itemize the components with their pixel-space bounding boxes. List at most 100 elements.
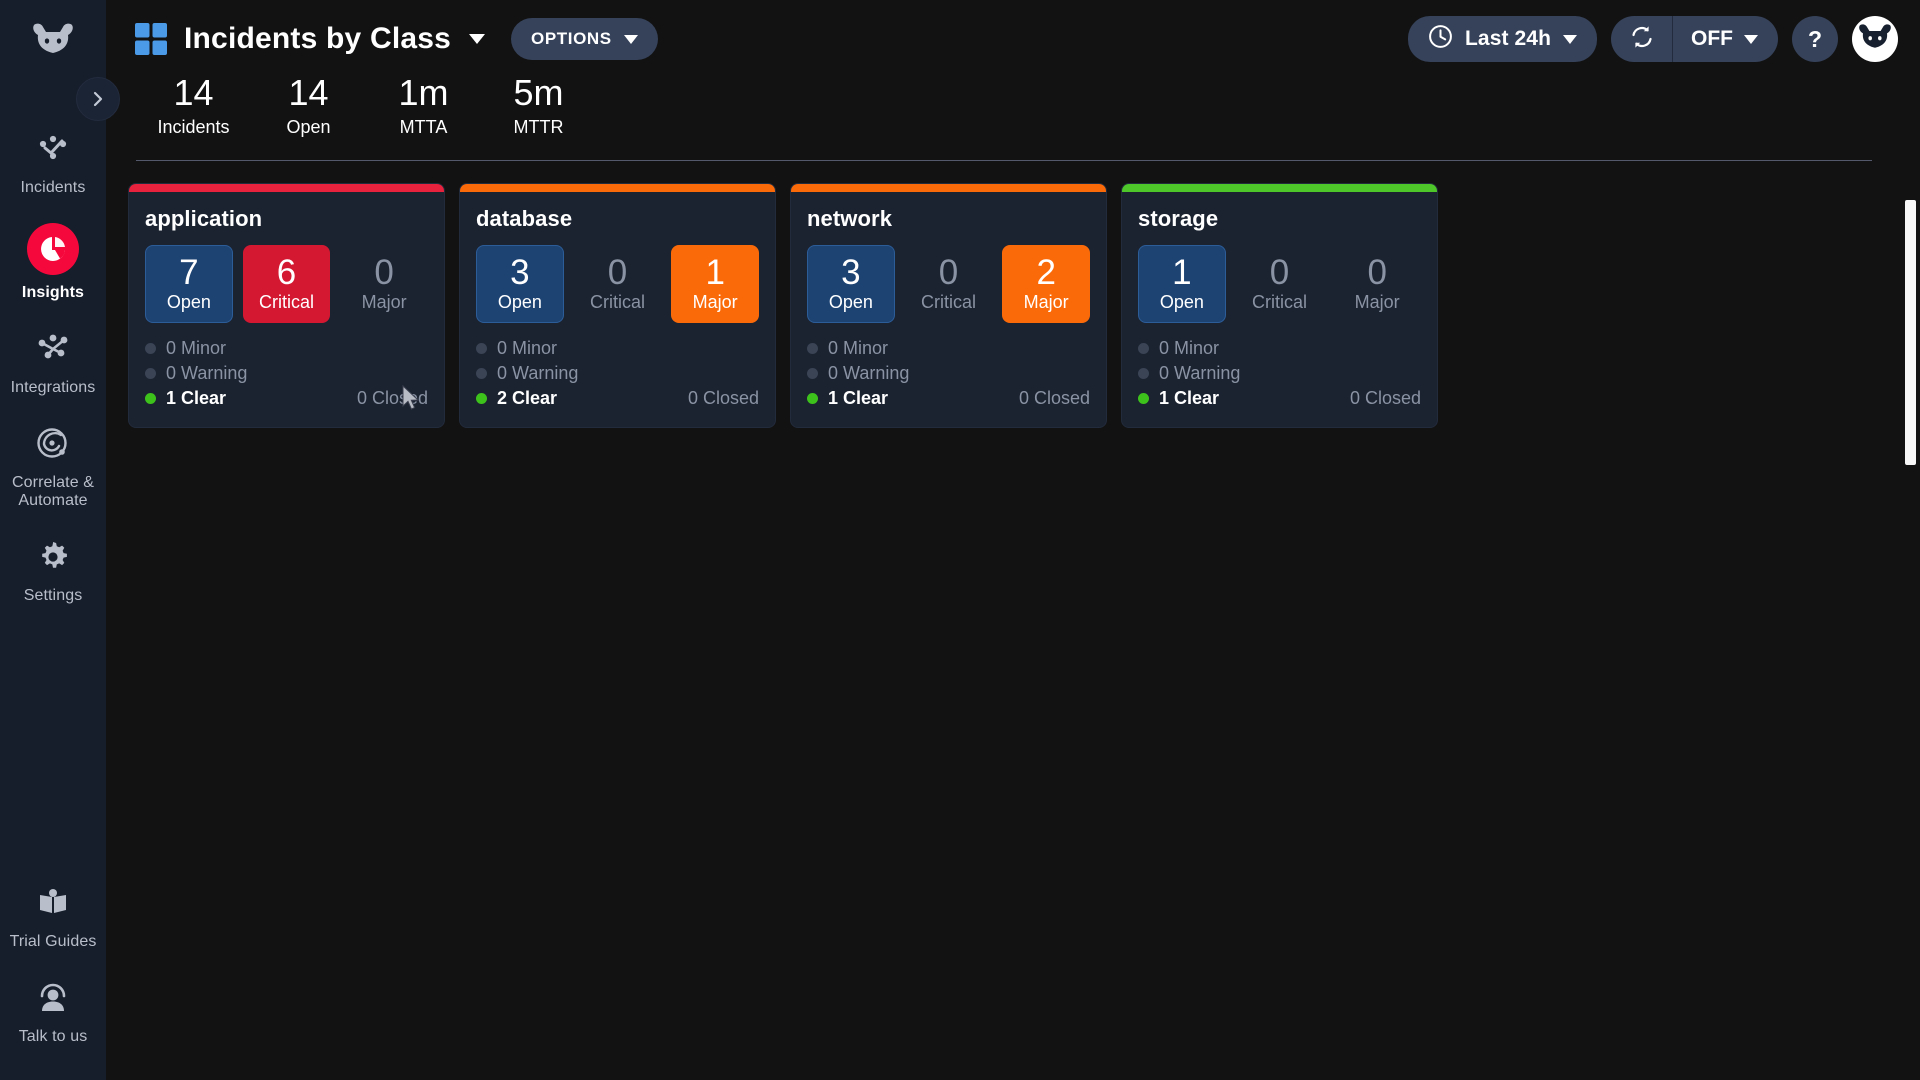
incident-card-storage[interactable]: storage 1 Open 0 Critical 0 Major 0 Mino…: [1121, 182, 1438, 428]
avatar[interactable]: [1852, 16, 1898, 62]
severity-warning-row[interactable]: 0 Warning: [1138, 361, 1421, 386]
severity-warning-row[interactable]: 0 Warning: [807, 361, 1090, 386]
sidebar-item-incidents[interactable]: Incidents: [0, 114, 106, 209]
severity-warning-label: 0 Warning: [828, 362, 910, 383]
vertical-scrollbar[interactable]: [1905, 200, 1916, 465]
card-body: application 7 Open 6 Critical 0 Major 0 …: [129, 192, 444, 427]
incident-card-database[interactable]: database 3 Open 0 Critical 1 Major 0 Min…: [459, 182, 776, 428]
severity-count: 0: [938, 252, 959, 292]
severity-warning-label: 0 Warning: [166, 362, 248, 383]
severity-count: 1: [705, 252, 725, 292]
correlate-target-icon: [32, 423, 74, 465]
severity-clear-row[interactable]: 1 Clear 0 Closed: [1138, 386, 1421, 411]
stat-label: Incidents: [157, 116, 230, 137]
severity-label: Critical: [590, 291, 646, 312]
sidebar-item-insights[interactable]: Insights: [0, 209, 106, 314]
status-dot-icon: [476, 342, 487, 354]
severity-open[interactable]: 3 Open: [476, 244, 564, 323]
severity-label: Major: [1023, 291, 1069, 312]
stat-incidents: 14 Incidents: [136, 74, 251, 138]
severity-major[interactable]: 0 Major: [340, 245, 428, 323]
incident-card-network[interactable]: network 3 Open 0 Critical 2 Major 0 Mino…: [790, 182, 1107, 428]
severity-minor-row[interactable]: 0 Minor: [1138, 336, 1421, 361]
status-dot-icon: [476, 392, 487, 404]
sidebar-item-trial-guides[interactable]: Trial Guides: [0, 868, 106, 963]
card-severity-bar: [460, 183, 775, 192]
severity-critical[interactable]: 0 Critical: [905, 245, 993, 323]
severity-open[interactable]: 7 Open: [145, 244, 233, 323]
severity-open[interactable]: 3 Open: [807, 244, 895, 323]
card-title: application: [145, 205, 263, 231]
auto-refresh-label: OFF: [1691, 27, 1733, 50]
stat-label: MTTA: [399, 116, 448, 137]
sidebar-item-label: Correlate & Automate: [11, 473, 95, 509]
status-dot-icon: [1138, 367, 1149, 379]
card-body: network 3 Open 0 Critical 2 Major 0 Mino…: [791, 192, 1106, 427]
severity-major[interactable]: 1 Major: [671, 244, 759, 323]
severity-count: 0: [1269, 252, 1290, 292]
closed-count-label: 0 Closed: [1018, 387, 1090, 408]
severity-critical[interactable]: 0 Critical: [574, 245, 662, 323]
severity-clear-row[interactable]: 1 Clear 0 Closed: [145, 386, 428, 411]
auto-refresh-toggle[interactable]: OFF: [1673, 16, 1778, 62]
severity-label: Critical: [1252, 291, 1308, 312]
severity-label: Open: [497, 291, 542, 312]
severity-minor-label: 0 Minor: [497, 337, 558, 358]
severity-major[interactable]: 0 Major: [1333, 245, 1421, 323]
severity-minor-label: 0 Minor: [166, 337, 227, 358]
severity-clear-label: 2 Clear: [497, 387, 558, 408]
severity-clear-row[interactable]: 2 Clear 0 Closed: [476, 386, 759, 411]
chevron-down-icon[interactable]: [469, 34, 486, 44]
severity-minor-row[interactable]: 0 Minor: [476, 336, 759, 361]
incident-card-application[interactable]: application 7 Open 6 Critical 0 Major 0 …: [128, 182, 445, 428]
severity-label: Open: [166, 291, 211, 312]
status-dot-icon: [807, 367, 818, 379]
sidebar-item-talk-to-us[interactable]: Talk to us: [0, 963, 106, 1058]
minor-severity-list: 0 Minor 0 Warning 2 Clear 0 Closed: [476, 336, 759, 411]
moogsoft-cow-logo-icon: [33, 23, 73, 53]
severity-warning-label: 0 Warning: [1159, 362, 1241, 383]
scrollbar-thumb[interactable]: [1905, 200, 1916, 465]
severity-label: Critical: [921, 291, 977, 312]
severity-critical[interactable]: 6 Critical: [242, 244, 331, 323]
severity-clear-row[interactable]: 1 Clear 0 Closed: [807, 386, 1090, 411]
severity-minor-row[interactable]: 0 Minor: [807, 336, 1090, 361]
sidebar-item-settings[interactable]: Settings: [0, 522, 106, 617]
severity-warning-row[interactable]: 0 Warning: [476, 361, 759, 386]
help-button-label: ?: [1807, 25, 1823, 52]
severity-row: 7 Open 6 Critical 0 Major: [145, 244, 428, 323]
time-range-label: Last 24h: [1465, 27, 1551, 50]
options-button[interactable]: OPTIONS: [511, 18, 658, 60]
grid-squares-icon[interactable]: [134, 22, 168, 56]
severity-minor-row[interactable]: 0 Minor: [145, 336, 428, 361]
refresh-icon: [1629, 24, 1655, 55]
severity-warning-row[interactable]: 0 Warning: [145, 361, 428, 386]
sidebar-item-label: Settings: [23, 586, 83, 604]
severity-count: 6: [276, 252, 297, 292]
stat-mtta: 1m MTTA: [366, 74, 481, 138]
help-button[interactable]: ?: [1792, 16, 1838, 62]
sidebar-logo[interactable]: [27, 16, 79, 68]
severity-label: Major: [692, 291, 738, 312]
sidebar-expand-button[interactable]: [76, 77, 120, 121]
severity-count: 1: [1172, 252, 1192, 292]
support-agent-icon: [32, 977, 74, 1019]
sidebar-item-correlate-automate[interactable]: Correlate & Automate: [0, 409, 106, 522]
severity-count: 3: [841, 252, 861, 292]
sidebar: Incidents Insights Integrations Correlat…: [0, 0, 106, 1080]
sidebar-item-integrations[interactable]: Integrations: [0, 314, 106, 409]
status-dot-icon: [807, 342, 818, 354]
time-range-selector[interactable]: Last 24h: [1408, 16, 1597, 62]
severity-clear-label: 1 Clear: [166, 387, 227, 408]
chevron-down-icon: [623, 34, 638, 44]
insights-pie-chart-icon: [27, 222, 79, 275]
status-dot-icon: [1138, 392, 1149, 404]
refresh-button[interactable]: [1611, 16, 1673, 62]
severity-open[interactable]: 1 Open: [1138, 244, 1226, 323]
severity-critical[interactable]: 0 Critical: [1236, 245, 1324, 323]
minor-severity-list: 0 Minor 0 Warning 1 Clear 0 Closed: [1138, 336, 1421, 411]
severity-row: 3 Open 0 Critical 1 Major: [476, 244, 759, 323]
status-dot-icon: [807, 392, 818, 404]
gear-icon: [32, 536, 74, 578]
severity-major[interactable]: 2 Major: [1002, 244, 1090, 323]
